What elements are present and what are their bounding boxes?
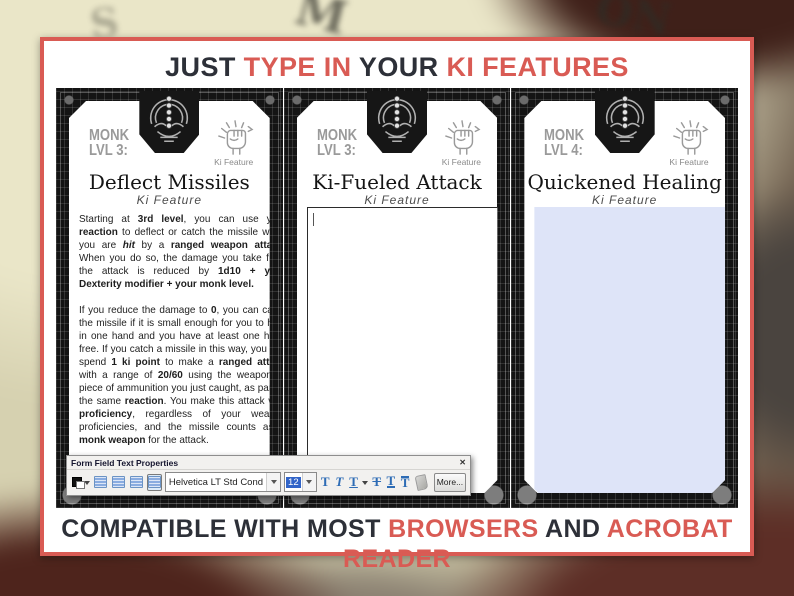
ki-feature-tag: Ki Feature: [441, 157, 481, 167]
class-level-label: MONK LVL 3:: [89, 128, 129, 158]
class-label: MONK: [89, 127, 130, 144]
class-label: MONK: [544, 127, 585, 144]
monk-emblem-icon: [367, 91, 427, 153]
align-right-button[interactable]: [129, 474, 144, 491]
feature-text-field[interactable]: Starting at 3rd level, you can use your …: [79, 213, 286, 447]
fist-icon: [439, 119, 485, 162]
fist-icon: [212, 119, 258, 162]
italic-button[interactable]: T: [334, 474, 345, 491]
card-title: Deflect Missiles: [88, 170, 250, 194]
close-icon[interactable]: ✕: [459, 458, 466, 467]
highlighted-text-field[interactable]: [534, 207, 741, 501]
toolbar-controls: Helvetica LT Std Cond 12 T T T T T T Mor…: [67, 470, 470, 494]
feature-card-ki-fueled-attack: MONK LVL 3: Ki Feature Ki-Fueled Attack …: [283, 88, 511, 508]
underline-dropdown-arrow-icon[interactable]: [362, 480, 369, 488]
align-justify-button[interactable]: [146, 473, 162, 491]
font-family-value: Helvetica LT Std Cond: [168, 476, 264, 488]
chevron-down-icon[interactable]: [266, 473, 281, 491]
subscript-button[interactable]: T: [385, 474, 396, 491]
card-subtitle: Ki Feature: [592, 193, 658, 207]
form-field-text-properties-toolbar: Form Field Text Properties ✕ Helvetica L…: [66, 455, 471, 496]
ki-feature-tag: Ki Feature: [214, 157, 254, 167]
fist-icon: [667, 119, 713, 162]
toolbar-title-bar[interactable]: Form Field Text Properties ✕: [67, 456, 470, 470]
card-face: MONK LVL 3: Ki Feature Deflect Missiles …: [69, 101, 270, 493]
monk-emblem-icon: [139, 91, 200, 153]
level-label: LVL 3:: [316, 142, 356, 159]
header-title: JUST TYPE IN YOUR KI FEATURES: [165, 52, 629, 82]
card-subtitle: Ki Feature: [136, 193, 203, 207]
text-caret: [313, 213, 315, 226]
strikethrough-button[interactable]: T: [371, 474, 382, 491]
cards-row: MONK LVL 3: Ki Feature Deflect Missiles …: [56, 88, 738, 508]
level-label: LVL 3:: [89, 142, 128, 159]
align-left-button[interactable]: [93, 474, 108, 491]
align-center-button[interactable]: [111, 474, 126, 491]
font-size-value: 12: [286, 476, 301, 488]
chevron-down-icon[interactable]: [301, 473, 316, 491]
card-face: MONK LVL 3: Ki Feature Ki-Fueled Attack …: [297, 101, 498, 493]
align-justify-icon: [147, 476, 161, 488]
class-level-label: MONK LVL 3:: [317, 128, 357, 158]
align-center-icon: [111, 476, 125, 488]
format-painter-icon[interactable]: [414, 473, 429, 491]
feature-card-quickened-healing: MONK LVL 4: Ki Feature Quickened Healing…: [511, 88, 738, 508]
superscript-button[interactable]: T: [399, 474, 410, 491]
more-button[interactable]: More...: [433, 472, 467, 492]
underline-button[interactable]: T: [348, 474, 359, 491]
card-face: MONK LVL 4: Ki Feature Quickened Healing…: [524, 101, 725, 493]
align-right-icon: [129, 476, 143, 488]
toolbar-title: Form Field Text Properties: [71, 457, 179, 468]
text-color-icon: [76, 480, 85, 489]
card-title: Quickened Healing: [527, 170, 722, 194]
align-left-icon: [93, 476, 107, 488]
class-level-label: MONK LVL 4:: [544, 128, 584, 158]
card-title: Ki-Fueled Attack: [312, 170, 482, 194]
ki-feature-tag: Ki Feature: [669, 157, 709, 167]
footer-text: COMPATIBLE WITH MOST BROWSERS AND ACROBA…: [61, 515, 733, 573]
feature-card-deflect-missiles: MONK LVL 3: Ki Feature Deflect Missiles …: [56, 88, 283, 508]
monk-emblem-icon: [594, 91, 655, 153]
font-size-select[interactable]: 12: [284, 472, 317, 492]
level-label: LVL 4:: [544, 142, 584, 159]
card-subtitle: Ki Feature: [364, 193, 430, 207]
class-label: MONK: [316, 127, 357, 144]
bold-button[interactable]: T: [320, 474, 331, 491]
text-color-button[interactable]: [71, 476, 85, 489]
font-family-select[interactable]: Helvetica LT Std Cond: [164, 472, 282, 492]
